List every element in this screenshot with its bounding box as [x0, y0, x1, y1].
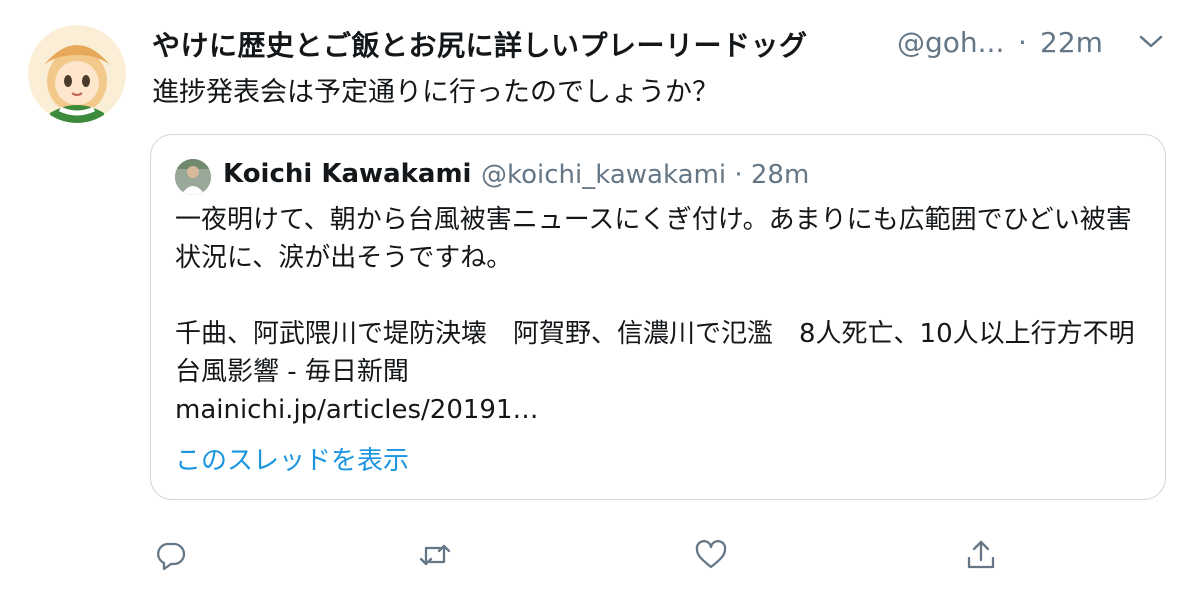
quoted-display-name[interactable]: Koichi Kawakami [223, 159, 471, 189]
quoted-user-avatar[interactable] [175, 159, 211, 195]
tweet[interactable]: やけに歴史とご飯とお尻に詳しいプレーリードッグ @goh... · 22m 進捗… [0, 0, 1200, 594]
chevron-down-icon[interactable] [1138, 34, 1164, 50]
tweet-text: 進捗発表会は予定通りに行ったのでしょうか？ [152, 77, 719, 108]
user-avatar[interactable] [28, 25, 126, 123]
person-photo-icon [175, 159, 211, 195]
like-icon[interactable] [694, 538, 728, 572]
avatar-illustration-icon [28, 25, 126, 123]
display-name[interactable]: やけに歴史とご飯とお尻に詳しいプレーリードッグ [152, 24, 808, 64]
tweet-actions [0, 530, 1200, 580]
quoted-tweet[interactable]: Koichi Kawakami @koichi_kawakami · 28m 一… [150, 134, 1166, 500]
share-icon[interactable] [964, 538, 998, 572]
tweet-header: やけに歴史とご飯とお尻に詳しいプレーリードッグ @goh... · 22m [152, 20, 1152, 68]
quoted-tweet-text: 一夜明けて、朝から台風被害ニュースにくぎ付け。あまりにも広範囲でひどい被害状況に… [175, 205, 1135, 425]
retweet-icon[interactable] [418, 538, 452, 572]
reply-icon[interactable] [154, 538, 188, 572]
quoted-handle-time[interactable]: @koichi_kawakami · 28m [481, 160, 809, 190]
timestamp[interactable]: 22m [1040, 26, 1103, 59]
separator-dot: · [1018, 26, 1027, 59]
user-handle[interactable]: @goh... [897, 26, 1004, 59]
show-thread-link[interactable]: このスレッドを表示 [175, 440, 409, 477]
